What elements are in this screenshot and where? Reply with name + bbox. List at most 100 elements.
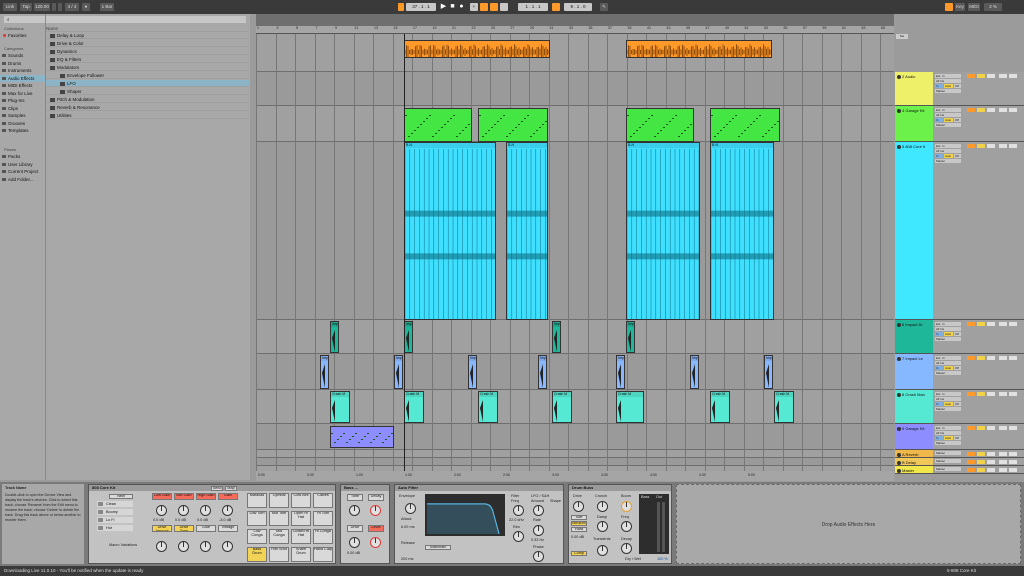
drum-pad[interactable]: Mid Tom <box>269 511 289 526</box>
track-activator[interactable] <box>967 460 975 464</box>
chain-item[interactable]: Lo Fi <box>97 517 133 523</box>
sidebar-item-audio-effects[interactable]: Audio Effects <box>0 74 45 82</box>
input-type-select[interactable]: Ext. In <box>935 322 961 326</box>
drum-pad[interactable]: Low Conga <box>247 529 267 544</box>
track-activator[interactable] <box>967 74 975 78</box>
arrangement-position[interactable]: 37 . 1 . 1 <box>406 3 436 11</box>
monitor-in[interactable]: In <box>935 402 943 406</box>
decay-knob[interactable] <box>621 543 632 554</box>
time-signature[interactable]: 4 / 4 <box>65 3 79 11</box>
track-lane[interactable] <box>256 320 894 354</box>
monitor-off[interactable]: Off <box>954 436 961 440</box>
output-select[interactable]: Master <box>935 371 961 375</box>
clip-impact-lead[interactable]: Imp <box>394 355 403 389</box>
track-lane[interactable] <box>256 450 894 458</box>
track-activator[interactable] <box>967 322 975 326</box>
clip-crash[interactable]: Crash M <box>478 391 498 423</box>
stop-icon[interactable]: ■ <box>449 3 456 11</box>
output-select[interactable]: Master <box>935 467 961 471</box>
transients-knob[interactable] <box>597 545 608 556</box>
solo-button[interactable] <box>977 452 985 456</box>
tempo-field[interactable]: 128.00 <box>34 3 50 11</box>
envelope-amount-knob[interactable] <box>405 503 416 514</box>
map-button[interactable]: Map <box>225 486 237 491</box>
phase-knob[interactable] <box>533 551 544 562</box>
drum-pad[interactable]: Hand Clap <box>313 547 333 562</box>
damp-knob[interactable] <box>597 521 608 532</box>
output-select[interactable]: Master <box>935 89 961 93</box>
volume-field[interactable] <box>999 468 1007 472</box>
sidebar-item-grooves[interactable]: Grooves <box>0 120 45 127</box>
browser-item[interactable]: LFO <box>46 80 249 87</box>
solo-button[interactable] <box>977 392 985 396</box>
drum-pad[interactable]: Low Tom <box>247 511 267 526</box>
arm-button[interactable] <box>987 452 995 456</box>
monitor-auto[interactable]: Auto <box>944 84 953 88</box>
track-activator[interactable] <box>967 426 975 430</box>
track-activator[interactable] <box>967 452 975 456</box>
track-header[interactable]: 6 Impact Dr <box>895 320 933 354</box>
volume-field[interactable] <box>999 460 1007 464</box>
clip-impact-lead[interactable]: Imp <box>690 355 699 389</box>
boom-knob[interactable] <box>621 501 632 512</box>
sidebar-item-favorites[interactable]: Favorites <box>0 32 45 39</box>
chain-item[interactable]: Hot <box>97 525 133 531</box>
midi-map-button[interactable]: MIDI <box>968 3 980 11</box>
monitor-in[interactable]: In <box>935 154 943 158</box>
drum-pad[interactable]: Closed Hi Hat <box>291 529 311 544</box>
input-channel-select[interactable]: All Ins <box>935 113 961 117</box>
loop-length[interactable]: 9 . 1 . 0 <box>564 3 592 11</box>
clip-impact-drum[interactable]: Imp <box>404 321 413 353</box>
volume-field[interactable] <box>999 322 1007 326</box>
track-header[interactable]: 7 Impact Le <box>895 354 933 390</box>
arm-button[interactable] <box>987 468 995 472</box>
loop-switch[interactable] <box>552 3 560 11</box>
track-lane[interactable] <box>256 34 894 72</box>
overview-scrollbar[interactable] <box>256 14 894 26</box>
drop-effects-zone[interactable]: Drop Audio Effects Here <box>676 484 1021 564</box>
level-knob[interactable] <box>370 537 381 548</box>
monitor-off[interactable]: Off <box>954 84 961 88</box>
track-activator[interactable] <box>967 392 975 396</box>
arm-button[interactable] <box>987 426 995 430</box>
medium-button[interactable]: Medium <box>571 521 587 526</box>
monitor-auto[interactable]: Auto <box>944 402 953 406</box>
rate-knob[interactable] <box>533 525 544 536</box>
key-map-button[interactable]: Key <box>955 3 965 11</box>
clip-crash[interactable]: Crash M <box>616 391 644 423</box>
arm-button[interactable] <box>987 356 995 360</box>
res-knob[interactable] <box>513 531 524 542</box>
sidebar-item-plug-ins[interactable]: Plug-Ins <box>0 97 45 104</box>
output-select[interactable]: Master <box>935 159 961 163</box>
clip-impact-lead[interactable]: Imp <box>538 355 547 389</box>
output-select[interactable]: Master <box>935 451 961 455</box>
clip-crash[interactable]: Crash M <box>552 391 572 423</box>
track-lane[interactable] <box>256 458 894 466</box>
output-select[interactable]: Master <box>935 123 961 127</box>
track-fold-icon[interactable] <box>897 74 901 79</box>
search-input[interactable]: ⌕ <box>4 16 246 23</box>
midi-clip-garage[interactable] <box>626 108 694 142</box>
track-header[interactable]: 9 Garage Kit <box>895 424 933 450</box>
clip-crash[interactable]: Crash M <box>404 391 424 423</box>
sidebar-item-clips[interactable]: Clips <box>0 105 45 112</box>
input-type-select[interactable]: Ext. In <box>935 108 961 112</box>
monitor-auto[interactable]: Auto <box>944 154 953 158</box>
follow-button[interactable] <box>398 3 404 11</box>
midi-clip-808[interactable]: B-N <box>404 142 496 320</box>
volume-field[interactable] <box>999 74 1007 78</box>
track-lane[interactable] <box>256 106 894 142</box>
hard-button[interactable]: Hard <box>571 527 587 532</box>
input-channel-select[interactable]: All Ins <box>935 361 961 365</box>
volume-field[interactable] <box>999 452 1007 456</box>
volume-field[interactable] <box>999 426 1007 430</box>
output-select[interactable]: Master <box>935 337 961 341</box>
browser-item[interactable]: Utilities <box>46 112 249 119</box>
macro-knob[interactable] <box>200 541 211 552</box>
monitor-in[interactable]: In <box>935 118 943 122</box>
track-fold-icon[interactable] <box>897 108 901 113</box>
drum-pad[interactable]: Open Hi Hat <box>291 511 311 526</box>
drum-pad[interactable]: Cow Bell <box>291 493 311 508</box>
arm-button[interactable] <box>987 322 995 326</box>
track-fold-icon[interactable] <box>897 452 901 457</box>
